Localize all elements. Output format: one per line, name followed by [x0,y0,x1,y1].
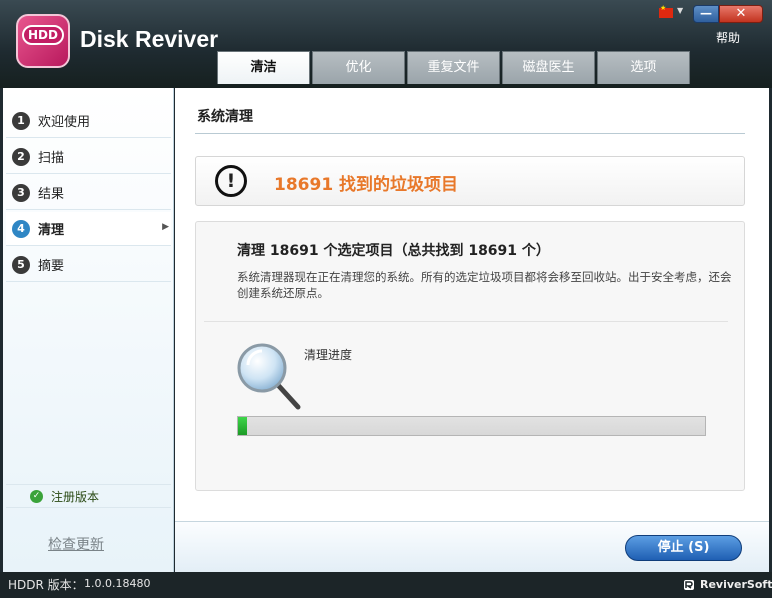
registered-label: 注册版本 [51,489,100,504]
version-label: HDDR 版本： [8,578,84,592]
sidebar-item-label: 欢迎使用 [38,115,91,130]
status-bar: HDDR 版本： 1.0.0.18480 ReviverSoft [0,572,772,598]
junk-found-text: 18691 找到的垃圾项目 [274,175,459,195]
app-logo: HDD [16,14,70,68]
title-bar: HDD Disk Reviver ▼ — ✕ 帮助 清洁 优化 重复文件 磁盘医… [0,0,772,88]
sidebar-item-summary[interactable]: 5 摘要 [6,248,171,282]
check-update-link[interactable]: 检查更新 [48,534,104,554]
section-divider [195,133,745,134]
checkmark-icon: ✓ [30,489,43,503]
sidebar-item-label: 结果 [38,187,65,202]
main-content: 系统清理 ! 18691 找到的垃圾项目 清理 18691 个选定项目（总共找到… [175,88,769,521]
tab-optimize[interactable]: 优化 [312,51,405,84]
version-value: 1.0.0.18480 [84,577,151,590]
tab-duplicates[interactable]: 重复文件 [407,51,500,84]
tab-disk-doctor[interactable]: 磁盘医生 [502,51,595,84]
sidebar-item-label: 扫描 [38,151,65,166]
section-title: 系统清理 [197,109,253,125]
sidebar-item-scan[interactable]: 2 扫描 [6,140,171,174]
stop-button[interactable]: 停止 (S) [625,535,742,561]
step-number-badge: 3 [12,183,30,202]
step-number-badge: 1 [12,111,30,130]
help-link[interactable]: 帮助 [716,29,740,46]
step-number-badge: 4 [12,219,30,238]
cleaning-progress-panel: 清理 18691 个选定项目（总共找到 18691 个） 系统清理器现在正在清理… [195,221,745,491]
cleaning-heading: 清理 18691 个选定项目（总共找到 18691 个） [237,243,550,259]
chevron-right-icon: ▶ [162,222,169,232]
sidebar-item-welcome[interactable]: 1 欢迎使用 [6,104,171,138]
junk-found-panel: ! 18691 找到的垃圾项目 [195,156,745,206]
sidebar-item-results[interactable]: 3 结果 [6,176,171,210]
app-title: Disk Reviver [80,26,219,52]
cleaning-progress-bar [237,416,706,436]
close-button[interactable]: ✕ [719,5,763,23]
magnifier-icon [237,343,301,410]
progress-bar-fill [238,417,247,435]
exclamation-icon: ! [215,165,247,197]
sidebar-item-clean[interactable]: 4 清理 ▶ [6,212,171,246]
sidebar: 1 欢迎使用 2 扫描 3 结果 4 清理 ▶ 5 摘要 ✓ 注册版本 检查更新 [3,88,174,572]
logo-text: HDD [22,25,64,45]
panel-divider [204,321,728,322]
step-number-badge: 2 [12,147,30,166]
action-bar: 停止 (S) [175,521,769,572]
sidebar-item-label: 摘要 [38,259,65,274]
registered-version-status: ✓ 注册版本 [6,484,171,508]
step-number-badge: 5 [12,255,30,274]
minimize-button[interactable]: — [693,5,719,23]
main-tabs: 清洁 优化 重复文件 磁盘医生 选项 [217,51,692,84]
language-dropdown-icon[interactable]: ▼ [677,6,683,15]
sidebar-item-label: 清理 [38,223,65,238]
language-flag-icon[interactable] [659,4,673,18]
tab-clean[interactable]: 清洁 [217,51,310,84]
reviversoft-logo-icon [684,580,694,590]
tab-options[interactable]: 选项 [597,51,690,84]
progress-label: 清理进度 [304,348,353,362]
brand-name: ReviverSoft [700,578,772,591]
cleaning-description: 系统清理器现在正在清理您的系统。所有的选定垃圾项目都将会移至回收站。出于安全考虑… [237,270,732,300]
